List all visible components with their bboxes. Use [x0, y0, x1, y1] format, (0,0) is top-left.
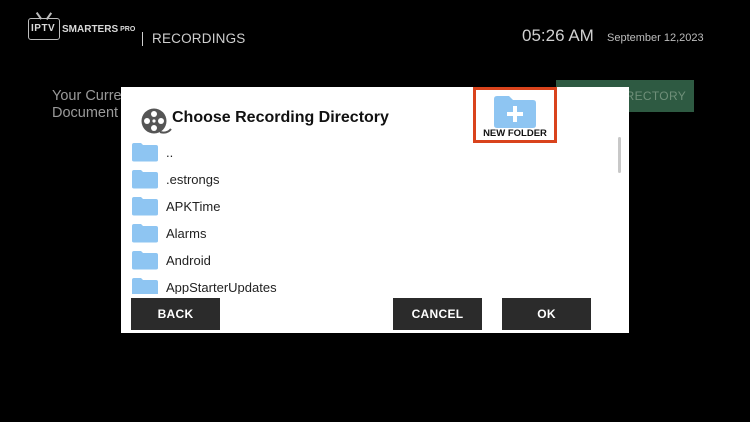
folder-icon [132, 197, 158, 216]
list-item-label: Android [166, 252, 211, 268]
folder-icon [132, 251, 158, 270]
list-item[interactable]: .. [131, 141, 173, 163]
film-reel-icon [141, 108, 172, 134]
top-bar: IPTV SMARTERS PRO RECORDINGS 05:26 AM Se… [0, 0, 750, 80]
page-title: RECORDINGS [152, 31, 246, 46]
logo-tv-text: IPTV [31, 23, 56, 34]
tv-logo-icon: IPTV [28, 18, 60, 40]
folder-plus-icon [494, 96, 536, 128]
logo-pro: PRO [120, 25, 136, 33]
list-item[interactable]: APKTime [131, 195, 220, 217]
logo-brand: SMARTERS [62, 23, 119, 35]
clock: 05:26 AM [522, 26, 594, 45]
back-button[interactable]: BACK [131, 298, 220, 330]
choose-directory-dialog: Choose Recording Directory NEW FOLDER ..… [121, 87, 629, 333]
list-scrollbar[interactable] [618, 137, 621, 173]
current-directory-label-line1: Your Curre [52, 88, 122, 104]
new-folder-button[interactable]: NEW FOLDER [473, 87, 557, 143]
list-item[interactable]: AppStarterUpdates [131, 276, 277, 294]
list-item[interactable]: Android [131, 249, 211, 271]
cancel-button[interactable]: CANCEL [393, 298, 482, 330]
dialog-title: Choose Recording Directory [172, 109, 389, 126]
list-item[interactable]: Alarms [131, 222, 206, 244]
app-logo: IPTV SMARTERS PRO [28, 14, 136, 40]
folder-icon [132, 170, 158, 189]
current-directory-label-line2: Document [52, 105, 119, 121]
list-item-label: .. [166, 144, 174, 160]
date: September 12,2023 [607, 32, 704, 44]
list-item-label: Alarms [166, 225, 207, 241]
ok-button[interactable]: OK [502, 298, 591, 330]
title-separator [142, 32, 143, 46]
folder-icon [132, 278, 158, 294]
list-item-label: AppStarterUpdates [166, 279, 277, 295]
new-folder-label: NEW FOLDER [483, 128, 547, 139]
folder-icon [132, 224, 158, 243]
current-directory-label: Your Curre Document [52, 88, 132, 122]
list-item-label: .estrongs [166, 171, 220, 187]
list-item-label: APKTime [166, 198, 221, 214]
list-item[interactable]: .estrongs [131, 168, 219, 190]
directory-list[interactable]: .. .estrongs APKTime Alarms Android AppS… [131, 139, 611, 294]
folder-icon [132, 143, 158, 162]
